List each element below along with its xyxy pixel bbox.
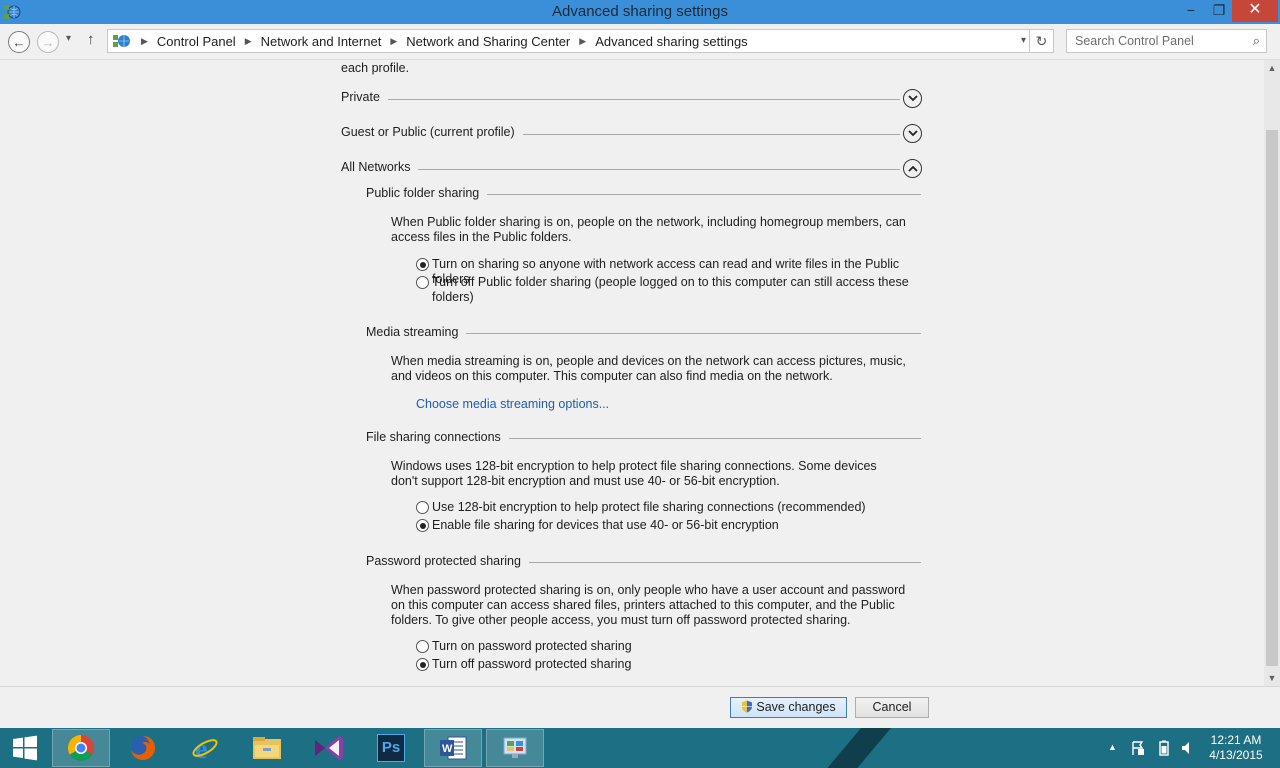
maximize-button[interactable]: ❐: [1206, 0, 1232, 22]
battery-icon[interactable]: [1158, 740, 1170, 759]
recent-locations-button[interactable]: ▾: [66, 33, 71, 44]
tray-expand-icon[interactable]: ▲: [1108, 742, 1117, 752]
section-media-streaming: Media streaming: [366, 325, 921, 341]
profile-all-networks-label: All Networks: [341, 160, 419, 174]
breadcrumb-network-and-internet[interactable]: Network and Internet: [257, 34, 386, 49]
breadcrumb-control-panel[interactable]: Control Panel: [153, 34, 240, 49]
volume-icon[interactable]: [1180, 740, 1194, 759]
expand-chevron-down-icon[interactable]: [903, 89, 922, 108]
firefox-icon[interactable]: [114, 729, 172, 767]
section-description: When password protected sharing is on, o…: [391, 583, 906, 627]
up-button[interactable]: ↑: [87, 31, 95, 48]
scroll-down-icon[interactable]: ▼: [1264, 670, 1280, 686]
radio-button[interactable]: [416, 519, 429, 532]
taskbar: e Ps W ▲ 12:21 AM 4/13/2015: [0, 728, 1280, 768]
section-title: Media streaming: [366, 325, 467, 339]
radio-button[interactable]: [416, 276, 429, 289]
uac-shield-icon: [742, 700, 753, 713]
vertical-scrollbar[interactable]: ▲ ▼: [1264, 60, 1280, 686]
radio-button[interactable]: [416, 640, 429, 653]
section-title: Password protected sharing: [366, 554, 529, 568]
save-changes-button[interactable]: Save changes: [730, 697, 847, 718]
scrollbar-thumb[interactable]: [1266, 130, 1278, 666]
profile-private[interactable]: Private: [341, 89, 922, 110]
word-icon[interactable]: W: [424, 729, 482, 767]
title-bar: Advanced sharing settings − ❐ ✕: [0, 0, 1280, 24]
file-explorer-icon[interactable]: [238, 729, 296, 767]
intro-text: each profile.: [341, 61, 410, 75]
search-placeholder: Search Control Panel: [1075, 34, 1194, 48]
internet-explorer-icon[interactable]: e: [176, 729, 234, 767]
radio-label[interactable]: Enable file sharing for devices that use…: [432, 518, 926, 533]
section-title: Public folder sharing: [366, 186, 488, 200]
back-button[interactable]: ←: [8, 31, 30, 53]
control-panel-icon: [113, 35, 130, 47]
section-description: Windows uses 128-bit encryption to help …: [391, 459, 877, 488]
section-file-sharing-connections: File sharing connections: [366, 430, 921, 446]
radio-label[interactable]: Turn off password protected sharing: [432, 657, 926, 672]
system-clock[interactable]: 12:21 AM 4/13/2015: [1200, 733, 1272, 763]
radio-40-56-bit-encryption[interactable]: Enable file sharing for devices that use…: [416, 518, 926, 533]
forward-button[interactable]: →: [37, 31, 59, 53]
clock-date: 4/13/2015: [1209, 748, 1263, 762]
photoshop-label: Ps: [377, 734, 405, 762]
radio-label[interactable]: Use 128-bit encryption to help protect f…: [432, 500, 926, 515]
save-changes-label: Save changes: [756, 700, 836, 714]
address-bar[interactable]: ▶ Control Panel ▶ Network and Internet ▶…: [107, 29, 1030, 53]
section-public-folder-sharing: Public folder sharing: [366, 186, 921, 202]
radio-label[interactable]: Turn on password protected sharing: [432, 639, 926, 654]
control-panel-icon[interactable]: [486, 729, 544, 767]
media-streaming-options-link[interactable]: Choose media streaming options...: [416, 397, 609, 411]
cancel-button[interactable]: Cancel: [855, 697, 929, 718]
profile-private-label: Private: [341, 90, 388, 104]
radio-128-bit-encryption[interactable]: Use 128-bit encryption to help protect f…: [416, 500, 926, 515]
chrome-icon[interactable]: [52, 729, 110, 767]
address-dropdown-icon[interactable]: ▾: [1021, 35, 1026, 46]
radio-label[interactable]: Turn off Public folder sharing (people l…: [432, 275, 916, 305]
minimize-button[interactable]: −: [1178, 0, 1204, 22]
action-center-flag-icon[interactable]: [1130, 740, 1146, 759]
breadcrumb-separator-icon[interactable]: ▶: [574, 36, 591, 47]
radio-public-folder-off[interactable]: Turn off Public folder sharing (people l…: [416, 275, 916, 305]
breadcrumb-separator-icon[interactable]: ▶: [385, 36, 402, 47]
search-input[interactable]: Search Control Panel ⌕: [1066, 29, 1267, 53]
photoshop-icon[interactable]: Ps: [362, 729, 420, 767]
section-title: File sharing connections: [366, 430, 509, 444]
clock-time: 12:21 AM: [1210, 733, 1262, 747]
section-description: When Public folder sharing is on, people…: [391, 215, 906, 244]
radio-button[interactable]: [416, 501, 429, 514]
breadcrumb-network-and-sharing-center[interactable]: Network and Sharing Center: [402, 34, 574, 49]
action-bar: Save changes Cancel: [0, 686, 1280, 728]
section-password-protected-sharing: Password protected sharing: [366, 554, 921, 570]
navigation-bar: ← → ▾ ↑ ▶ Control Panel ▶ Network and In…: [0, 24, 1280, 60]
start-icon[interactable]: [0, 729, 50, 767]
settings-content: each profile. Private Guest or Public (c…: [0, 60, 1264, 686]
radio-password-sharing-off[interactable]: Turn off password protected sharing: [416, 657, 926, 672]
radio-password-sharing-on[interactable]: Turn on password protected sharing: [416, 639, 926, 654]
section-description: When media streaming is on, people and d…: [391, 354, 906, 383]
breadcrumb-separator-icon[interactable]: ▶: [240, 36, 257, 47]
breadcrumb-advanced-sharing-settings[interactable]: Advanced sharing settings: [591, 34, 751, 49]
window-title: Advanced sharing settings: [552, 3, 728, 20]
radio-button[interactable]: [416, 658, 429, 671]
refresh-button[interactable]: ↻: [1030, 29, 1054, 53]
expand-chevron-down-icon[interactable]: [903, 124, 922, 143]
collapse-chevron-up-icon[interactable]: [903, 159, 922, 178]
profile-guest-public[interactable]: Guest or Public (current profile): [341, 124, 922, 145]
profile-guest-public-label: Guest or Public (current profile): [341, 125, 523, 139]
profile-all-networks[interactable]: All Networks: [341, 159, 922, 180]
svg-text:W: W: [442, 743, 453, 755]
search-icon[interactable]: ⌕: [1253, 33, 1260, 49]
close-button[interactable]: ✕: [1232, 0, 1278, 22]
visual-studio-icon[interactable]: [300, 729, 358, 767]
scroll-up-icon[interactable]: ▲: [1264, 60, 1280, 76]
radio-button[interactable]: [416, 258, 429, 271]
breadcrumb-separator-icon[interactable]: ▶: [136, 36, 153, 47]
